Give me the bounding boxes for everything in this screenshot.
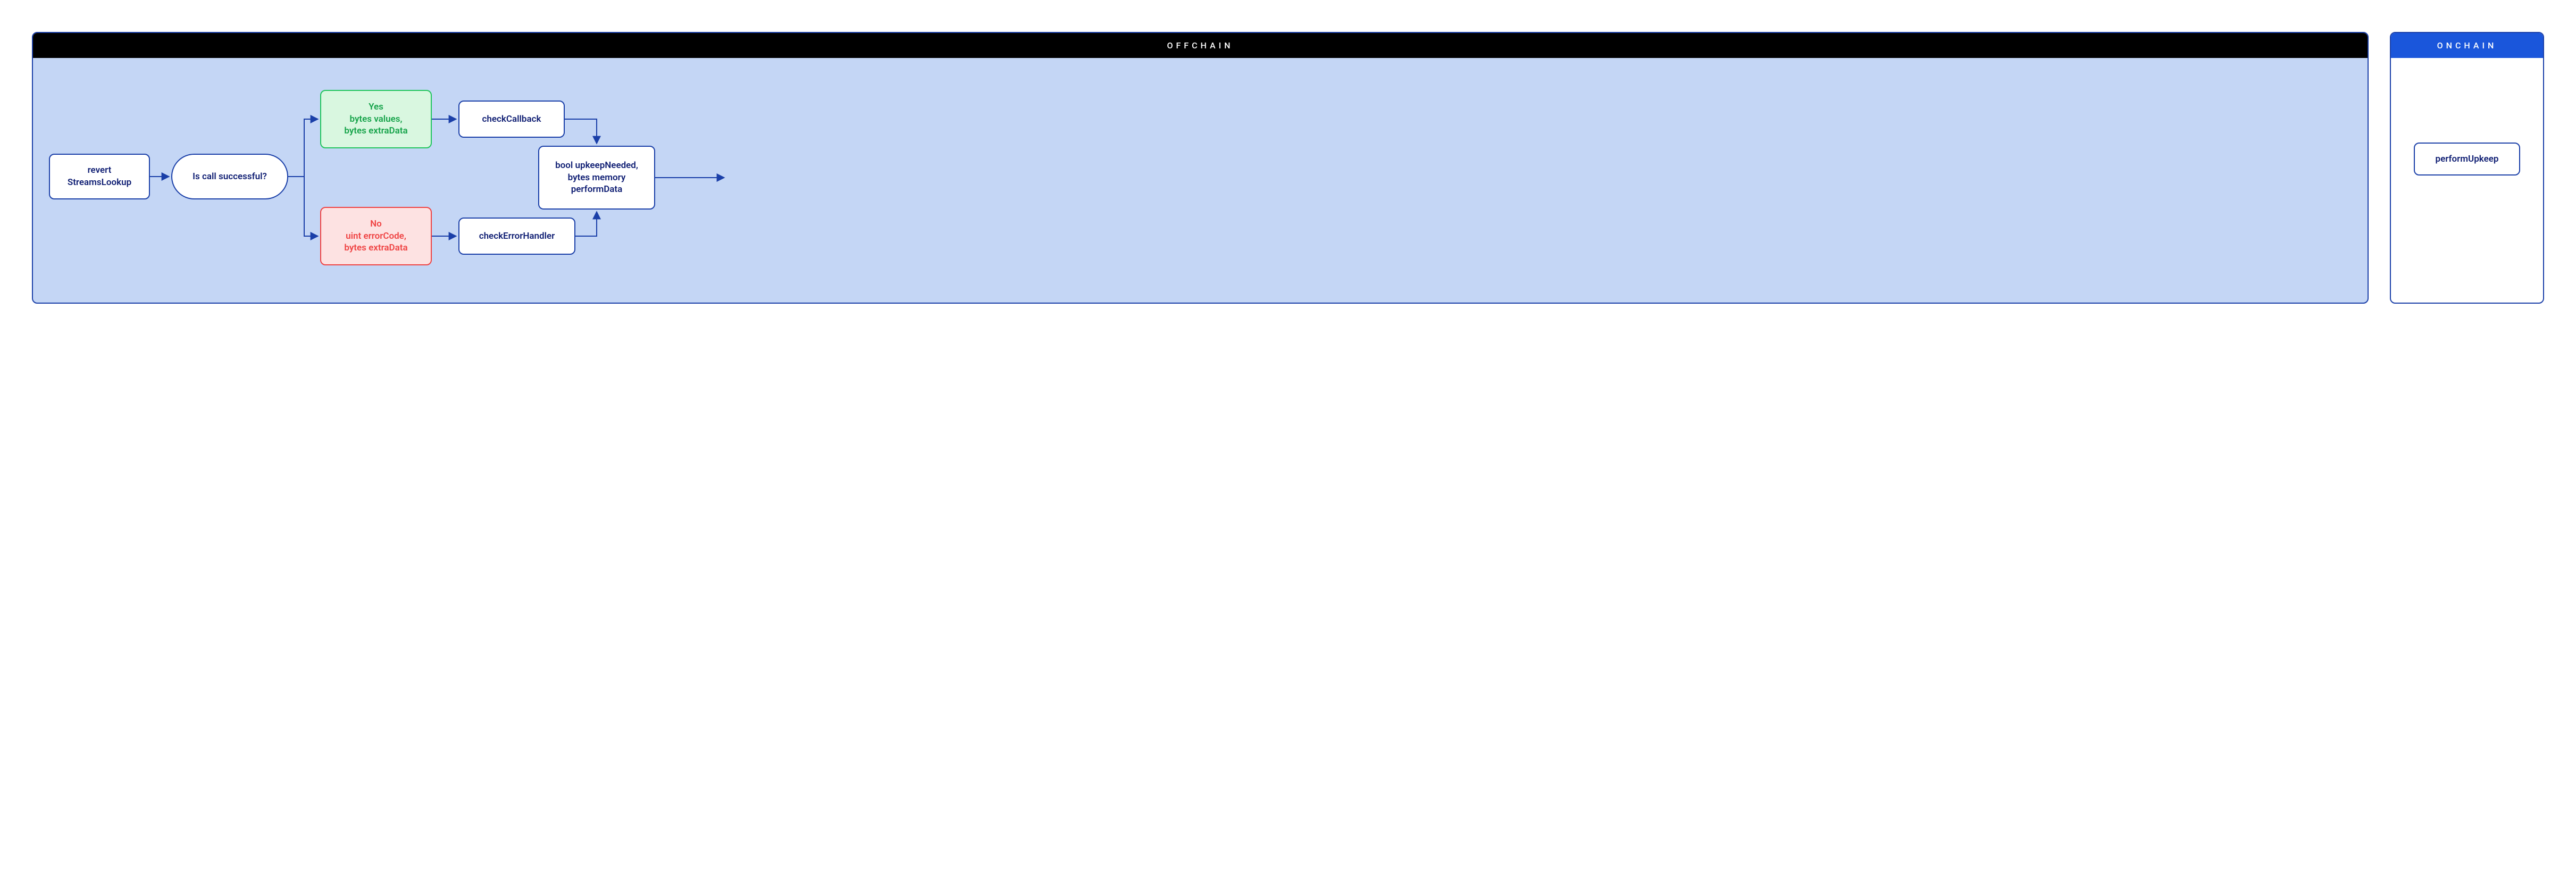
offchain-header: OFFCHAIN [33,33,2368,58]
arrow-iscall-to-no [304,177,318,236]
onchain-panel: ONCHAIN performUpkeep [2390,32,2544,304]
node-perform-upkeep: performUpkeep [2414,143,2520,176]
node-no-branch: Nouint errorCode,bytes extraData [320,207,432,265]
offchain-body: revert StreamsLookup Is call successful?… [33,58,2368,303]
onchain-header: ONCHAIN [2391,33,2543,58]
flow-diagram: OFFCHAIN revert StreamsLookup Is call su… [32,32,2544,304]
arrow-checkerrorhandler-to-result [575,212,597,236]
offchain-panel: OFFCHAIN revert StreamsLookup Is call su… [32,32,2369,304]
node-upkeep-result: bool upkeepNeeded,bytes memoryperformDat… [538,146,655,210]
arrow-iscall-to-yes [288,119,318,177]
node-yes-branch: Yesbytes values,bytes extraData [320,90,432,148]
node-is-call-successful: Is call successful? [171,154,288,199]
arrow-checkcallback-to-result [565,119,597,144]
node-revert-streamslookup: revert StreamsLookup [49,154,150,199]
onchain-body: performUpkeep [2391,58,2543,303]
node-check-error-handler: checkErrorHandler [458,218,575,255]
node-check-callback: checkCallback [458,101,565,138]
